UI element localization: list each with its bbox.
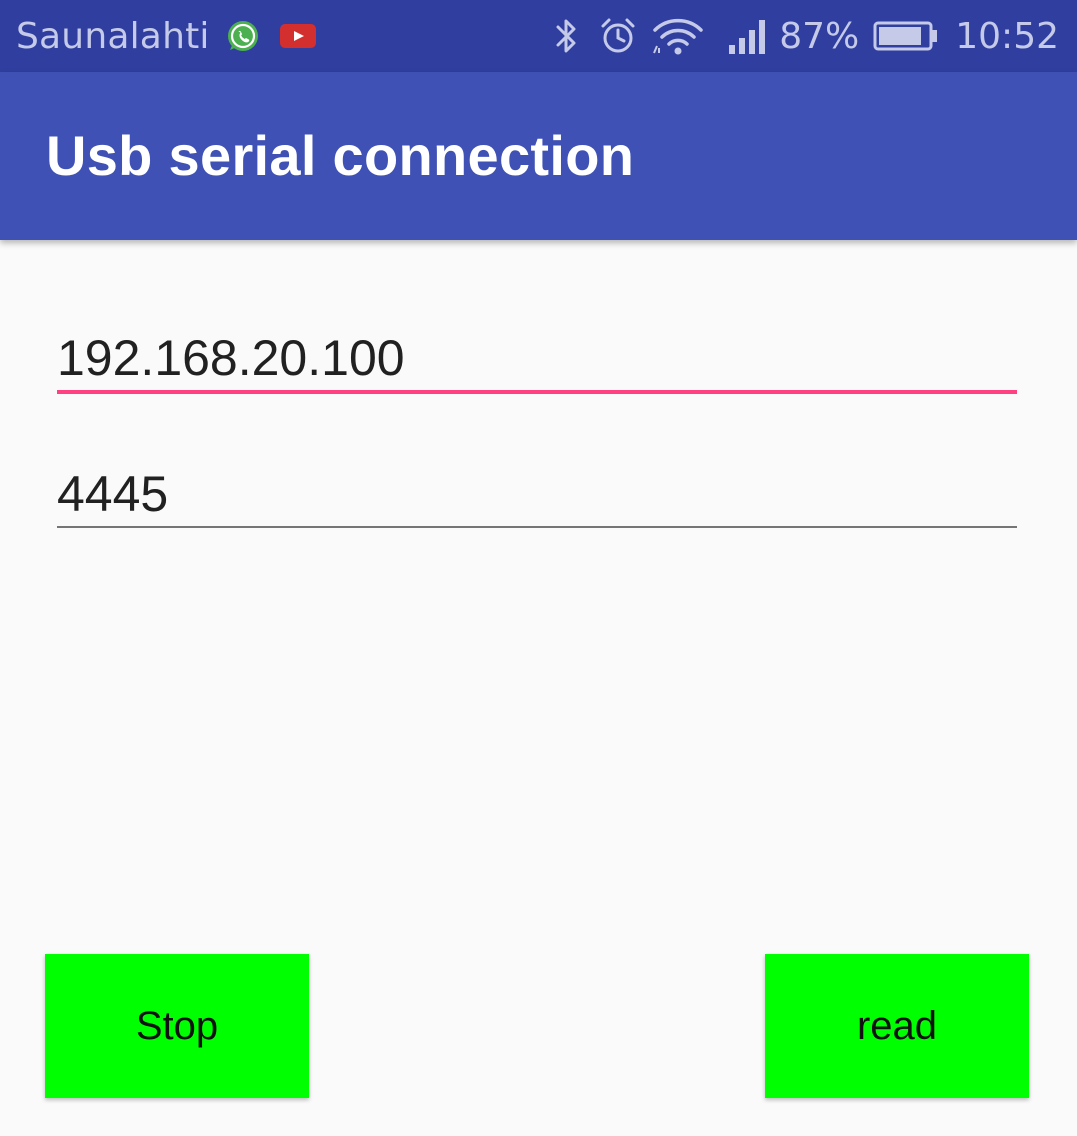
battery-percent: 87% xyxy=(779,15,860,57)
signal-icon xyxy=(705,17,771,55)
bluetooth-icon xyxy=(551,16,581,56)
wifi-icon xyxy=(637,16,705,56)
clock: 10:52 xyxy=(955,15,1059,57)
battery-icon xyxy=(859,20,939,52)
read-button[interactable]: read xyxy=(765,954,1029,1098)
status-right: 87% 10:52 xyxy=(551,0,1059,72)
stop-button[interactable]: Stop xyxy=(45,954,309,1098)
app-bar: Usb serial connection xyxy=(0,72,1077,240)
alarm-icon xyxy=(581,17,637,55)
whatsapp-icon xyxy=(226,19,260,53)
app-title: Usb serial connection xyxy=(46,124,635,187)
ip-address-input[interactable] xyxy=(57,326,1017,394)
youtube-icon xyxy=(279,24,316,48)
port-input[interactable] xyxy=(57,462,1017,528)
carrier-name: Saunalahti xyxy=(16,15,210,57)
status-left: Saunalahti xyxy=(16,0,316,72)
status-bar: Saunalahti 87% 10:52 xyxy=(0,0,1077,72)
